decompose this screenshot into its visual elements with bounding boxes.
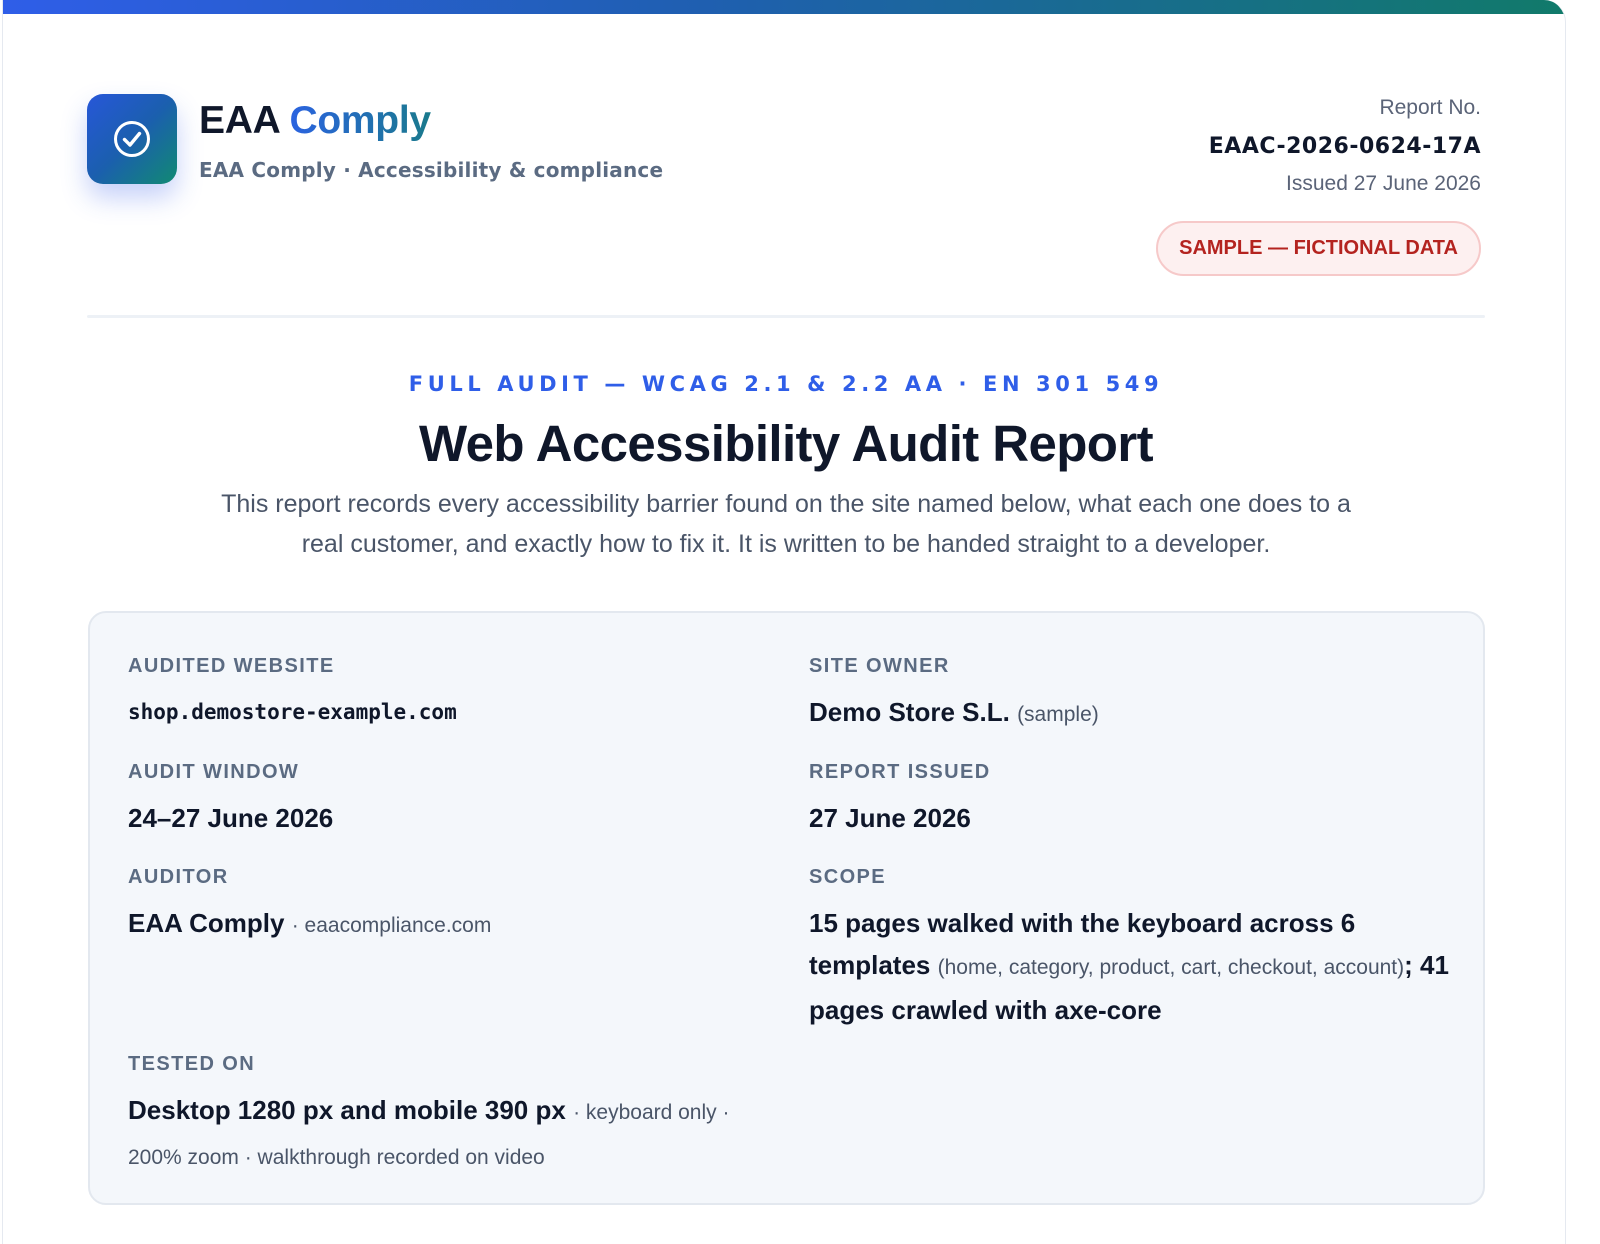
audit-window-value: 24–27 June 2026 bbox=[128, 803, 334, 833]
field-report-issued: REPORT ISSUED 27 June 2026 bbox=[809, 759, 1449, 839]
intro-paragraph: This report records every accessibility … bbox=[221, 490, 1351, 558]
tested-on-main: Desktop 1280 px and mobile 390 px bbox=[128, 1095, 566, 1125]
field-label: SCOPE bbox=[809, 866, 887, 888]
report-page: EAA Comply EAA Comply · Accessibility & … bbox=[2, 0, 1566, 1244]
field-label: AUDITOR bbox=[128, 866, 229, 888]
auditor-name: EAA Comply bbox=[128, 908, 285, 938]
check-circle-icon bbox=[114, 121, 150, 157]
site-owner-name: Demo Store S.L. bbox=[809, 697, 1010, 727]
report-meta: Report No. EAAC-2026-0624-17A Issued 27 … bbox=[1209, 94, 1481, 198]
report-number: EAAC-2026-0624-17A bbox=[1208, 134, 1481, 159]
field-tested-on: TESTED ON Desktop 1280 px and mobile 390… bbox=[128, 1051, 768, 1179]
brand-subtitle: EAA Comply · Accessibility & compliance bbox=[199, 158, 664, 182]
field-audit-window: AUDIT WINDOW 24–27 June 2026 bbox=[128, 759, 768, 839]
field-site-owner: SITE OWNER Demo Store S.L. (sample) bbox=[809, 653, 1449, 736]
auditor-note: · eaacompliance.com bbox=[291, 914, 492, 937]
field-scope: SCOPE 15 pages walked with the keyboard … bbox=[809, 864, 1449, 1031]
audit-eyebrow: FULL AUDIT — WCAG 2.1 & 2.2 AA · EN 301 … bbox=[408, 372, 1164, 396]
scope-value: 15 pages walked with the keyboard across… bbox=[809, 902, 1449, 1031]
page-title: Web Accessibility Audit Report bbox=[419, 415, 1154, 472]
top-accent-bar bbox=[3, 0, 1565, 14]
site-owner-note: (sample) bbox=[1017, 703, 1099, 726]
field-auditor: AUDITOR EAA Comply · eaacompliance.com bbox=[128, 864, 768, 947]
auditor-value: EAA Comply · eaacompliance.com bbox=[128, 902, 768, 947]
sample-badge: SAMPLE — FICTIONAL DATA bbox=[1156, 221, 1481, 276]
tested-on-value: Desktop 1280 px and mobile 390 px · keyb… bbox=[128, 1089, 768, 1179]
field-label: SITE OWNER bbox=[809, 655, 950, 677]
header-divider bbox=[87, 315, 1485, 318]
field-label: TESTED ON bbox=[128, 1053, 256, 1075]
report-number-label: Report No. bbox=[1379, 96, 1481, 119]
field-label: AUDIT WINDOW bbox=[128, 761, 300, 783]
brand-logo bbox=[87, 94, 177, 184]
brand-name-part1: EAA bbox=[199, 99, 279, 142]
brand-name: EAA Comply bbox=[199, 98, 431, 144]
audited-website-value: shop.demostore-example.com bbox=[128, 700, 457, 724]
report-issued-value: 27 June 2026 bbox=[809, 803, 971, 833]
brand-name-part2: Comply bbox=[289, 99, 432, 142]
scope-note: (home, category, product, cart, checkout… bbox=[937, 956, 1405, 979]
audit-details-card: AUDITED WEBSITE shop.demostore-example.c… bbox=[88, 611, 1485, 1205]
field-audited-website: AUDITED WEBSITE shop.demostore-example.c… bbox=[128, 653, 768, 727]
scope-separator: ; bbox=[1404, 950, 1413, 980]
site-owner-value: Demo Store S.L. (sample) bbox=[809, 691, 1449, 736]
report-issued-date: Issued 27 June 2026 bbox=[1286, 172, 1481, 195]
field-label: AUDITED WEBSITE bbox=[128, 655, 335, 677]
field-label: REPORT ISSUED bbox=[809, 761, 991, 783]
